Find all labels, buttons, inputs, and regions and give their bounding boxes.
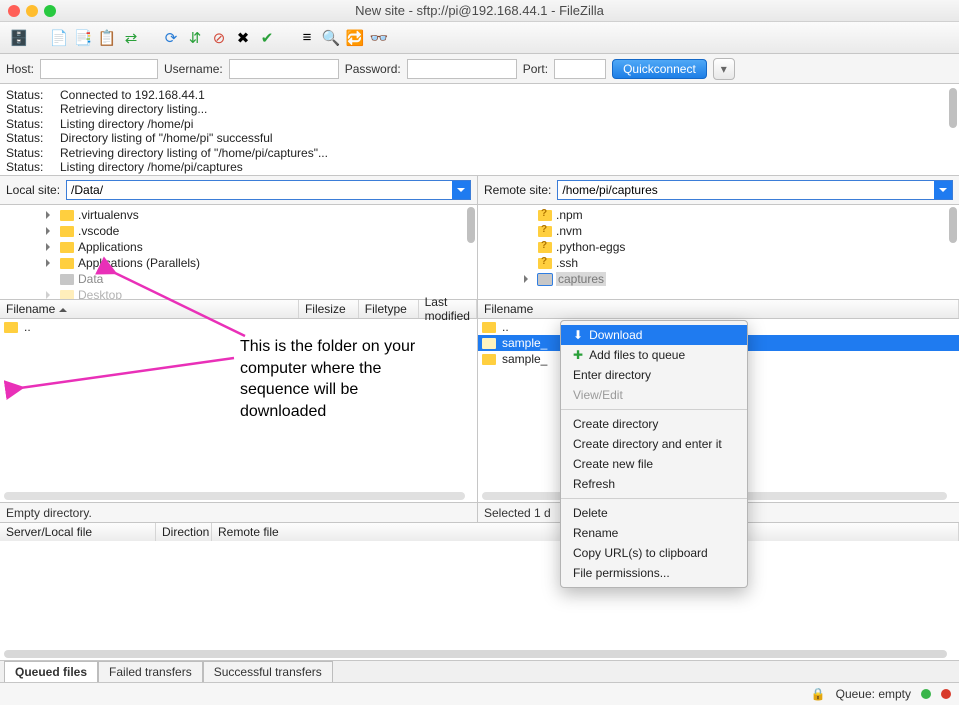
parent-dir: .. [502, 320, 509, 334]
folder-unknown-icon [538, 210, 552, 221]
password-input[interactable] [407, 59, 517, 79]
folder-unknown-icon [538, 258, 552, 269]
port-input[interactable] [554, 59, 606, 79]
window-titlebar: New site - sftp://pi@192.168.44.1 - File… [0, 0, 959, 22]
folder-unknown-icon [538, 226, 552, 237]
queue-header-serverlocal[interactable]: Server/Local file [0, 523, 156, 541]
ctx-copy-urls[interactable]: Copy URL(s) to clipboard [561, 543, 747, 563]
username-input[interactable] [229, 59, 339, 79]
local-header-modified[interactable]: Last modified [419, 300, 477, 318]
ctx-rename[interactable]: Rename [561, 523, 747, 543]
remote-site-path: /home/pi/captures [562, 183, 657, 197]
add-queue-icon: ✚ [573, 348, 583, 362]
local-site-combobox[interactable]: /Data/ [66, 180, 471, 200]
ctx-separator [561, 409, 747, 410]
refresh-icon[interactable]: ⟳ [160, 27, 182, 49]
local-status-text: Empty directory. [0, 503, 478, 522]
ctx-view-edit: View/Edit [561, 385, 747, 405]
compare-icon[interactable]: 👓 [368, 27, 390, 49]
username-label: Username: [164, 62, 223, 76]
local-hscrollbar[interactable] [4, 492, 465, 500]
local-site-label: Local site: [6, 183, 60, 197]
folder-icon [60, 210, 74, 221]
reconnect-icon[interactable]: ✔ [256, 27, 278, 49]
folder-icon [60, 242, 74, 253]
ctx-file-permissions[interactable]: File permissions... [561, 563, 747, 583]
ctx-create-directory-enter[interactable]: Create directory and enter it [561, 434, 747, 454]
port-label: Port: [523, 62, 548, 76]
ctx-enter-directory[interactable]: Enter directory [561, 365, 747, 385]
tab-successful-transfers[interactable]: Successful transfers [203, 661, 333, 682]
filter-icon[interactable]: ≡ [296, 27, 318, 49]
log-label: Status: [6, 88, 50, 102]
local-header-filetype[interactable]: Filetype [359, 300, 419, 318]
ctx-refresh[interactable]: Refresh [561, 474, 747, 494]
queue-status-text: Queue: empty [836, 687, 911, 701]
message-log: Status:Connected to 192.168.44.1 Status:… [0, 84, 959, 176]
ctx-create-directory[interactable]: Create directory [561, 414, 747, 434]
cancel-icon[interactable]: ⊘ [208, 27, 230, 49]
toggle-remote-tree-icon[interactable]: 📋 [96, 27, 118, 49]
chevron-down-icon[interactable] [452, 181, 470, 199]
host-input[interactable] [40, 59, 158, 79]
lock-icon[interactable]: 🔒 [811, 687, 826, 701]
search-icon[interactable]: 🔍 [320, 27, 342, 49]
log-scrollbar[interactable] [949, 88, 957, 128]
download-icon: ⬇ [573, 328, 583, 342]
status-bar: 🔒 Queue: empty [0, 683, 959, 705]
quickconnect-button[interactable]: Quickconnect [612, 59, 707, 79]
remote-site-label: Remote site: [484, 183, 551, 197]
tab-failed-transfers[interactable]: Failed transfers [98, 661, 203, 682]
host-label: Host: [6, 62, 34, 76]
annotation-text: This is the folder on your computer wher… [240, 336, 440, 422]
toggle-local-tree-icon[interactable]: 📑 [72, 27, 94, 49]
quickconnect-history-dropdown[interactable]: ▾ [713, 58, 735, 80]
remote-directory-tree[interactable]: .npm .nvm .python-eggs .ssh captures [478, 205, 959, 299]
log-text: Connected to 192.168.44.1 [60, 88, 205, 102]
quickconnect-bar: Host: Username: Password: Port: Quickcon… [0, 54, 959, 84]
local-header-filesize[interactable]: Filesize [299, 300, 359, 318]
ctx-create-new-file[interactable]: Create new file [561, 454, 747, 474]
ctx-delete[interactable]: Delete [561, 503, 747, 523]
toggle-queue-icon[interactable]: ⇄ [120, 27, 142, 49]
sync-browse-icon[interactable]: 🔁 [344, 27, 366, 49]
folder-up-icon [482, 322, 496, 333]
folder-icon [60, 290, 74, 300]
queue-header-direction[interactable]: Direction [156, 523, 212, 541]
site-manager-icon[interactable]: 🗄️ [8, 27, 30, 49]
context-menu: ⬇Download ✚Add files to queue Enter dire… [560, 320, 748, 588]
remote-site-combobox[interactable]: /home/pi/captures [557, 180, 953, 200]
queue-tabs: Queued files Failed transfers Successful… [0, 661, 959, 683]
remote-tree-scrollbar[interactable] [949, 207, 957, 243]
password-label: Password: [345, 62, 401, 76]
activity-indicator-1 [921, 689, 931, 699]
chevron-down-icon[interactable] [934, 181, 952, 199]
main-toolbar: 🗄️ 📄 📑 📋 ⇄ ⟳ ⇵ ⊘ ✖ ✔ ≡ 🔍 🔁 👓 [0, 22, 959, 54]
local-tree-scrollbar[interactable] [467, 207, 475, 243]
folder-icon [538, 274, 552, 285]
local-site-path: /Data/ [71, 183, 103, 197]
folder-unknown-icon [538, 242, 552, 253]
process-queue-icon[interactable]: ⇵ [184, 27, 206, 49]
folder-icon [482, 354, 496, 365]
activity-indicator-2 [941, 689, 951, 699]
annotation-arrow-2 [12, 320, 242, 403]
ctx-add-to-queue[interactable]: ✚Add files to queue [561, 345, 747, 365]
transfer-queue [0, 541, 959, 661]
folder-icon [482, 338, 496, 349]
window-title: New site - sftp://pi@192.168.44.1 - File… [0, 3, 959, 18]
folder-icon [60, 258, 74, 269]
ctx-download[interactable]: ⬇Download [561, 325, 747, 345]
ctx-separator [561, 498, 747, 499]
remote-header-filename[interactable]: Filename [478, 300, 959, 318]
folder-icon [60, 226, 74, 237]
folder-icon [60, 274, 74, 285]
tab-queued-files[interactable]: Queued files [4, 661, 98, 682]
toggle-log-icon[interactable]: 📄 [48, 27, 70, 49]
queue-hscrollbar[interactable] [4, 650, 947, 658]
disconnect-icon[interactable]: ✖ [232, 27, 254, 49]
